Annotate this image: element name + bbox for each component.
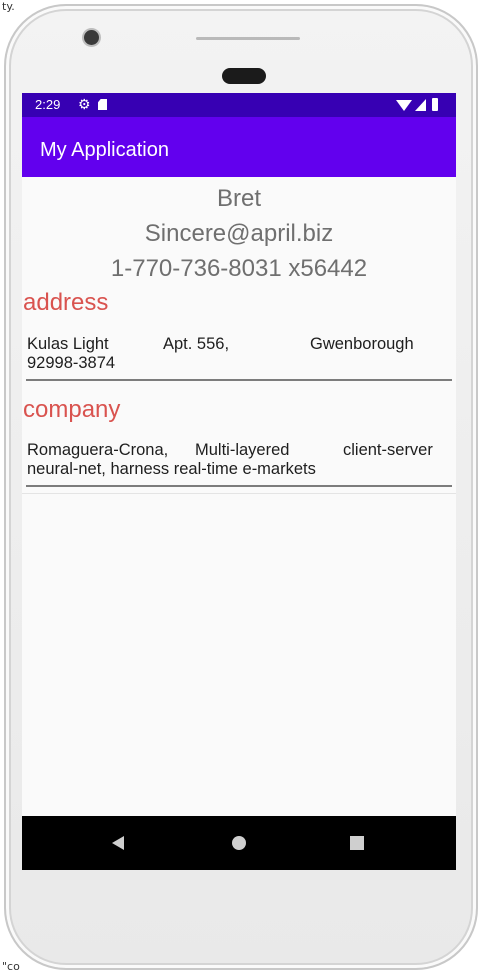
gear-icon: ⚙ <box>78 96 91 112</box>
proximity-sensor <box>222 68 266 84</box>
company-heading: company <box>23 396 121 423</box>
battery-icon <box>432 98 438 111</box>
home-icon[interactable] <box>232 836 246 850</box>
app-title: My Application <box>40 139 169 161</box>
app-bar: My Application <box>22 117 456 177</box>
company-bs: neural-net, harness real-time e-markets <box>27 460 316 478</box>
back-icon[interactable] <box>112 836 124 850</box>
front-camera <box>84 30 99 45</box>
address-city: Gwenborough <box>310 335 414 353</box>
list-divider <box>22 493 456 494</box>
status-time: 2:29 <box>35 97 61 112</box>
address-heading: address <box>23 289 109 316</box>
address-zipcode: 92998-3874 <box>27 354 116 372</box>
company-field[interactable]: Romaguera-Crona, Multi-layered client-se… <box>27 441 451 481</box>
status-bar: 2:29 ⚙ <box>22 93 456 117</box>
company-underline <box>26 485 452 487</box>
background-text-bottom: "co <box>2 960 20 973</box>
username-text: Bret <box>216 185 261 212</box>
email-text: Sincere@april.biz <box>144 220 334 247</box>
earpiece-speaker <box>196 37 300 40</box>
address-underline <box>26 379 452 381</box>
address-suite: Apt. 556, <box>163 335 230 353</box>
company-catch-phrase-2: client-server <box>343 441 433 459</box>
address-street: Kulas Light <box>27 335 109 353</box>
address-field[interactable]: Kulas Light Apt. 556, Gwenborough 92998-… <box>27 335 451 375</box>
company-name: Romaguera-Crona, <box>27 441 169 459</box>
sdcard-icon <box>98 99 107 110</box>
phone-text: 1-770-736-8031 x56442 <box>110 255 368 282</box>
signal-icon <box>415 99 426 111</box>
navigation-bar <box>22 816 456 870</box>
company-catch-phrase: Multi-layered <box>195 441 290 459</box>
recents-icon[interactable] <box>350 836 364 850</box>
wifi-icon <box>396 100 412 111</box>
device-screen: 2:29 ⚙ My Application Bret Sincere@april… <box>22 93 456 870</box>
background-text-top: ty. <box>2 0 15 13</box>
